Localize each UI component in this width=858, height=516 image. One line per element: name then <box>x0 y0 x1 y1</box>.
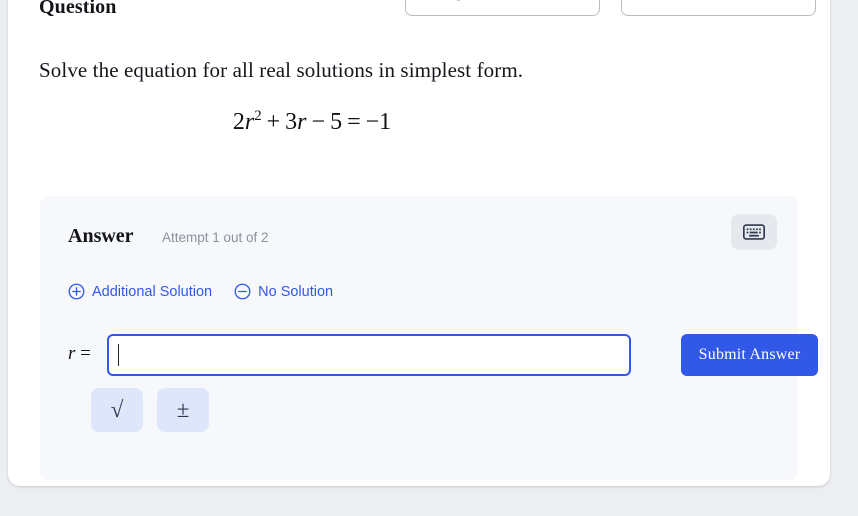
equation-display: 2r2 +3r −5 = −1 <box>8 108 616 136</box>
equation-variable-2: r <box>297 109 307 135</box>
show-examples-button[interactable]: Show Examples <box>621 0 816 16</box>
answer-heading: Answer <box>68 225 134 247</box>
equation-equals: = <box>347 109 361 135</box>
question-header: Question Watch Video Show Examples <box>8 0 830 32</box>
keyboard-toggle-button[interactable] <box>731 214 777 250</box>
equation-coefficient-b: 3 <box>285 109 298 135</box>
equation-exponent: 2 <box>254 108 262 124</box>
plus-circle-icon <box>68 283 85 300</box>
no-solution-label: No Solution <box>258 283 334 300</box>
additional-solution-link[interactable]: Additional Solution <box>68 283 212 300</box>
question-card: Question Watch Video Show Examples Solve… <box>8 0 830 486</box>
page-title: Question <box>39 0 117 18</box>
equation-coefficient-a: 2 <box>232 109 245 135</box>
additional-solution-label: Additional Solution <box>92 283 213 300</box>
answer-input-row: r = Submit Answer <box>68 334 818 376</box>
equation-constant: 5 <box>330 109 343 135</box>
no-solution-link[interactable]: No Solution <box>234 283 333 300</box>
play-circle-icon <box>451 0 466 1</box>
show-examples-label: Show Examples <box>667 0 771 1</box>
watch-video-button[interactable]: Watch Video <box>405 0 600 16</box>
watch-video-label: Watch Video <box>473 0 554 1</box>
answer-input[interactable] <box>107 334 631 376</box>
square-root-icon[interactable]: √ <box>91 388 143 432</box>
submit-answer-button[interactable]: Submit Answer <box>681 334 818 376</box>
text-caret <box>118 344 119 366</box>
equation-rhs: −1 <box>365 109 392 135</box>
math-symbol-keys: √ ± <box>91 388 209 432</box>
solution-links: Additional Solution No Solution <box>68 283 333 300</box>
question-prompt: Solve the equation for all real solution… <box>39 58 524 82</box>
attempt-counter: Attempt 1 out of 2 <box>162 230 269 245</box>
equation-operator-1: + <box>266 109 281 135</box>
variable-label: r = <box>68 343 91 364</box>
answer-panel: Answer Attempt 1 out of 2 Additional Sol… <box>40 196 818 480</box>
plus-minus-icon[interactable]: ± <box>157 388 209 432</box>
equation-variable-1: r <box>244 109 255 135</box>
equation-operator-2: − <box>311 109 326 135</box>
keyboard-icon <box>742 224 766 240</box>
minus-circle-icon <box>234 283 251 300</box>
